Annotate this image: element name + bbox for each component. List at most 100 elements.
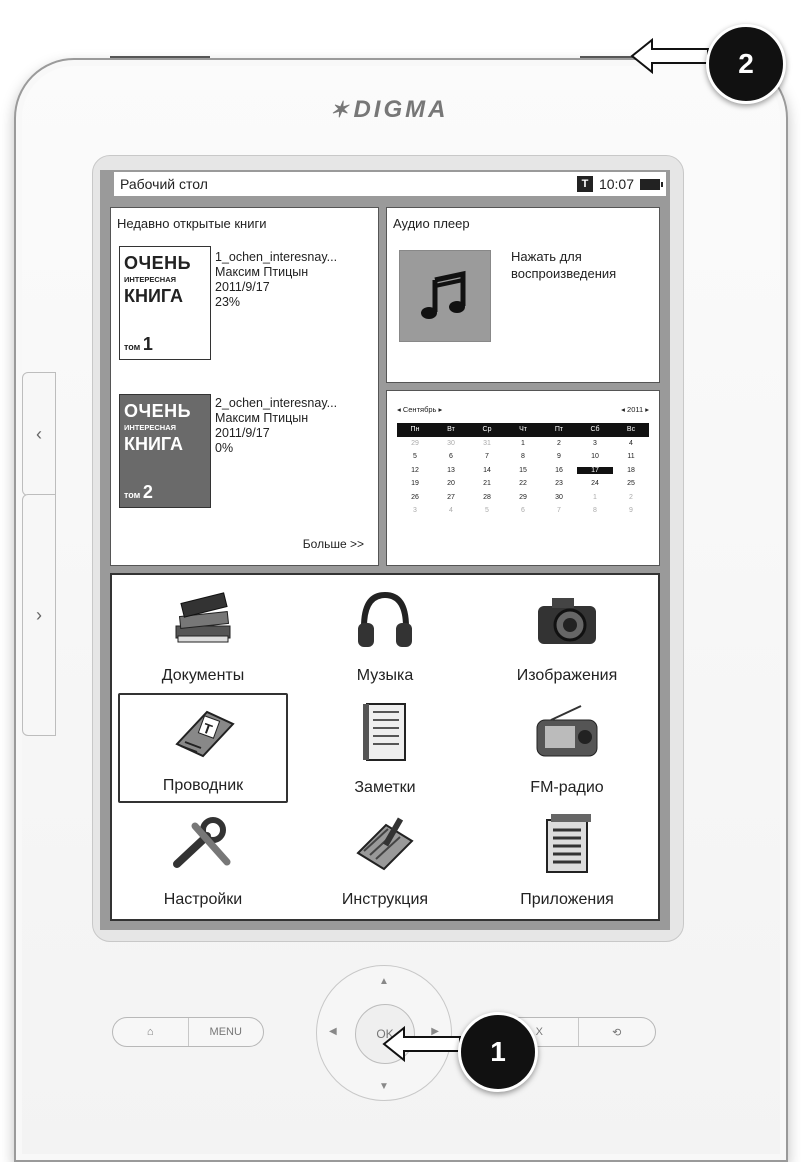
calendar-month[interactable]: ◂ Сентябрь ▸	[397, 405, 442, 414]
calendar-day[interactable]: 25	[613, 480, 649, 487]
book-filename: 2_ochen_interesnay...	[215, 396, 338, 410]
calendar-day[interactable]: 29	[505, 494, 541, 501]
cover-word-2: ИНТЕРЕСНАЯ	[124, 423, 177, 432]
calendar-day[interactable]: 13	[433, 467, 469, 474]
chevron-right-icon: ›	[36, 604, 42, 625]
calendar-day[interactable]: 30	[433, 440, 469, 447]
camera-icon	[531, 589, 603, 651]
calendar-day[interactable]: 2	[613, 494, 649, 501]
calendar-day[interactable]: 8	[505, 453, 541, 460]
calendar-day[interactable]: 26	[397, 494, 433, 501]
calendar-day[interactable]: 27	[433, 494, 469, 501]
calendar-day[interactable]: 5	[397, 453, 433, 460]
calendar-day[interactable]: 6	[505, 507, 541, 514]
notebook-icon	[349, 701, 421, 763]
page-back-button[interactable]: ‹	[22, 372, 56, 496]
calendar-week: 26 27 28 29 30 1 2	[397, 491, 649, 505]
calendar-day[interactable]: 9	[541, 453, 577, 460]
calendar-day[interactable]: 10	[577, 453, 613, 460]
calendar-day[interactable]: 21	[469, 480, 505, 487]
text-mode-icon: T	[576, 176, 593, 192]
calendar-day[interactable]: 8	[577, 507, 613, 514]
calendar-week: 12 13 14 15 16 17 18	[397, 464, 649, 478]
app-tile[interactable]: Приложения	[482, 805, 652, 915]
home-icon[interactable]: ⌂	[113, 1026, 188, 1038]
weekday-label: Ср	[482, 426, 492, 434]
book-cover-2[interactable]: ОЧЕНЬ ИНТЕРЕСНАЯ КНИГА том 2	[119, 394, 211, 508]
app-tile[interactable]: Заметки	[300, 693, 470, 803]
left-arrow-icon[interactable]: ◀	[329, 1026, 337, 1037]
calendar-day[interactable]: 18	[613, 467, 649, 474]
menu-button[interactable]: MENU	[189, 1026, 264, 1038]
calendar-day[interactable]: 11	[613, 453, 649, 460]
app-tile[interactable]: Изображения	[482, 581, 652, 691]
calendar-week: 5 6 7 8 9 10 11	[397, 450, 649, 464]
app-label: Проводник	[162, 777, 244, 794]
calendar-day[interactable]: 2	[541, 440, 577, 447]
book-info-2[interactable]: 2_ochen_interesnay... Максим Птицын 2011…	[215, 396, 337, 456]
recent-books-panel: Недавно открытые книги ОЧЕНЬ ИНТЕРЕСНАЯ …	[110, 207, 379, 566]
calendar-day[interactable]: 24	[577, 480, 613, 487]
app-label: Документы	[161, 667, 245, 684]
tools-icon	[167, 813, 239, 875]
calendar-day[interactable]: 22	[505, 480, 541, 487]
calendar-day[interactable]: 4	[613, 440, 649, 447]
book-date: 2011/9/17	[215, 426, 270, 440]
apps-icon	[531, 813, 603, 875]
manual-icon	[349, 813, 421, 875]
app-tile[interactable]: Музыка	[300, 581, 470, 691]
calendar-day[interactable]: 28	[469, 494, 505, 501]
rotate-icon[interactable]: ⟲	[579, 1026, 656, 1039]
weekday-label: Пт	[554, 426, 564, 434]
app-label: Настройки	[163, 891, 243, 908]
app-tile[interactable]: FM-радио	[482, 693, 652, 803]
memory-card-icon: T	[167, 703, 239, 765]
calendar-day[interactable]: 19	[397, 480, 433, 487]
books-icon	[167, 589, 239, 651]
calendar-day[interactable]: 3	[577, 440, 613, 447]
calendar-day[interactable]: 20	[433, 480, 469, 487]
page-forward-button[interactable]: ›	[22, 494, 56, 736]
cover-word-1: ОЧЕНЬ	[124, 253, 192, 273]
up-arrow-icon[interactable]: ▲	[379, 976, 389, 987]
calendar-day[interactable]: 23	[541, 480, 577, 487]
calendar-day[interactable]: 29	[397, 440, 433, 447]
book-info-1[interactable]: 1_ochen_interesnay... Максим Птицын 2011…	[215, 250, 337, 310]
calendar-day[interactable]: 6	[433, 453, 469, 460]
calendar-day[interactable]: 12	[397, 467, 433, 474]
calendar-day[interactable]: 5	[469, 507, 505, 514]
cover-word-3: КНИГА	[124, 434, 183, 454]
more-books-link[interactable]: Больше >>	[303, 537, 364, 551]
app-label: Заметки	[354, 779, 416, 796]
calendar-day[interactable]: 16	[541, 467, 577, 474]
calendar-grid: Пн Вт Ср Чт Пт Сб Вс 29 30 31 1 2 3 4 5 6 7 8 9 10 11 12 13 14 1…	[397, 423, 649, 518]
audio-player-panel[interactable]: Аудио плеер Нажать для воспроизведения	[386, 207, 660, 383]
calendar-day[interactable]: 7	[541, 507, 577, 514]
calendar-day[interactable]: 3	[397, 507, 433, 514]
calendar-day[interactable]: 30	[541, 494, 577, 501]
audio-play-hint: Нажать для воспроизведения	[511, 248, 616, 282]
calendar-day[interactable]: 14	[469, 467, 505, 474]
book-progress: 23%	[215, 295, 241, 309]
calendar-week: 29 30 31 1 2 3 4	[397, 437, 649, 451]
calendar-day[interactable]: 31	[469, 440, 505, 447]
calendar-day[interactable]: 4	[433, 507, 469, 514]
down-arrow-icon[interactable]: ▼	[379, 1081, 389, 1092]
brand-logo: ✶DIGMA	[330, 96, 449, 123]
calendar-day[interactable]: 1	[505, 440, 541, 447]
app-tile[interactable]: T Проводник	[118, 693, 288, 803]
calendar-day[interactable]: 1	[577, 494, 613, 501]
calendar-panel: ◂ Сентябрь ▸ ◂ 2011 ▸ Пн Вт Ср Чт Пт Сб Вс 29 30…	[386, 390, 660, 566]
calendar-year[interactable]: ◂ 2011 ▸	[621, 405, 649, 414]
app-tile[interactable]: Документы	[118, 581, 288, 691]
weekday-label: Пн	[410, 426, 420, 434]
app-tile[interactable]: Инструкция	[300, 805, 470, 915]
app-label: Инструкция	[341, 891, 429, 908]
cover-volume: том 1	[124, 334, 153, 354]
calendar-day[interactable]: 7	[469, 453, 505, 460]
calendar-day[interactable]: 9	[613, 507, 649, 514]
calendar-day[interactable]: 17	[577, 466, 613, 474]
app-tile[interactable]: Настройки	[118, 805, 288, 915]
book-cover-1[interactable]: ОЧЕНЬ ИНТЕРЕСНАЯ КНИГА том 1	[119, 246, 211, 360]
calendar-day[interactable]: 15	[505, 467, 541, 474]
